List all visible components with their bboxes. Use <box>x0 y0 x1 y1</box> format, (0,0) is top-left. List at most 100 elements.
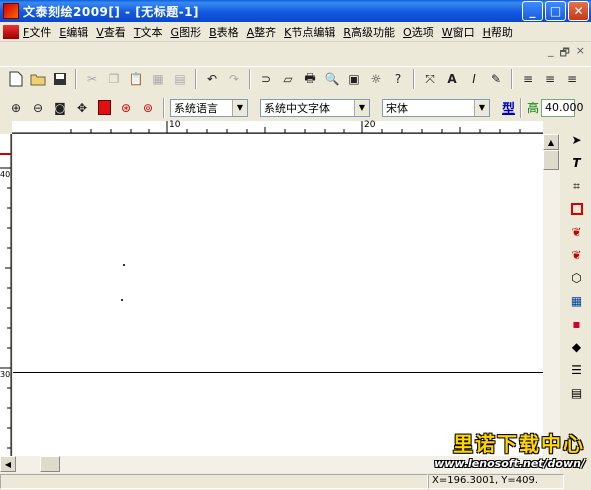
palette-icon[interactable]: ▪ <box>567 314 587 334</box>
scroll-up-button[interactable]: ▲ <box>543 134 559 150</box>
chevron-down-icon[interactable]: ▼ <box>474 99 489 116</box>
open-icon[interactable] <box>28 69 48 89</box>
list-icon[interactable]: ☰ <box>567 360 587 380</box>
menu-help[interactable]: H帮助 <box>479 24 517 40</box>
fill-bucket-icon[interactable]: ◆ <box>567 337 587 357</box>
text-a-icon[interactable]: A <box>442 69 462 89</box>
language-combo-value: 系统语言 <box>174 101 218 115</box>
toolbar-separator <box>249 69 251 89</box>
align-left-icon[interactable]: ≡ <box>518 69 538 89</box>
node-tool-icon[interactable]: ⌗ <box>567 176 587 196</box>
table-icon[interactable]: ▦ <box>567 291 587 311</box>
language-combo[interactable]: 系统语言 ▼ <box>170 98 248 117</box>
menu-view[interactable]: V查看 <box>92 24 130 40</box>
group-icon[interactable]: ▦ <box>148 69 168 89</box>
zoom-red-icon[interactable]: ⊛ <box>116 98 136 118</box>
menu-align[interactable]: A整齐 <box>243 24 281 40</box>
canvas-dot <box>121 299 123 301</box>
toolbar-separator <box>413 69 415 89</box>
light-icon[interactable]: ☼ <box>366 69 386 89</box>
menu-file[interactable]: F文件 <box>19 24 55 40</box>
zoom-fit-icon[interactable]: ⊚ <box>138 98 158 118</box>
font-type-button[interactable]: 型 <box>502 98 515 117</box>
output-icon[interactable]: ▣ <box>344 69 364 89</box>
cherry-edit-icon[interactable]: ❦ <box>567 245 587 265</box>
drawing-canvas[interactable] <box>13 134 543 456</box>
app-icon[interactable] <box>3 3 19 19</box>
align-icon[interactable]: ⤧ <box>420 69 440 89</box>
menu-advanced[interactable]: R高级功能 <box>339 24 399 40</box>
rectangle-icon[interactable] <box>567 199 587 219</box>
ruler-label: 40 <box>0 170 11 179</box>
vertical-scrollbar[interactable]: ▲ <box>543 134 560 456</box>
move-icon[interactable]: ✥ <box>72 98 92 118</box>
ruler-label: 10 <box>169 120 181 130</box>
save-icon[interactable] <box>50 69 70 89</box>
undo-icon[interactable]: ↶ <box>202 69 222 89</box>
ungroup-icon[interactable]: ▤ <box>170 69 190 89</box>
ruler-label: 30 <box>0 370 11 379</box>
vertical-ruler: 40 30 <box>0 134 12 456</box>
new-icon[interactable] <box>6 69 26 89</box>
toolbar-separator <box>511 69 513 89</box>
align-right-icon[interactable]: ≡ <box>562 69 582 89</box>
print-icon[interactable]: 🖶 <box>300 69 320 89</box>
menu-bar: F文件 E编辑 V查看 T文本 G图形 B表格 A整齐 K节点编辑 R高级功能 … <box>0 22 591 42</box>
menu-graphics[interactable]: G图形 <box>167 24 206 40</box>
minimize-button[interactable]: _ <box>522 1 543 21</box>
zoom-out-icon[interactable]: ⊖ <box>28 98 48 118</box>
watermark: 里诺下载中心 www.lenosoft.net/down/ <box>420 428 591 470</box>
standard-toolbar: ✂ ❐ 📋 ▦ ▤ ↶ ↷ ⊃ ▱ 🖶 🔍 ▣ ☼ ? ⤧ A I ✎ ≡ ≡ … <box>0 66 591 91</box>
zoom-page-icon[interactable]: ◙ <box>50 98 70 118</box>
toolbar-separator <box>163 97 165 118</box>
title-bar[interactable]: 文泰刻绘2009[] - [无标题-1] _ □ ✕ <box>0 0 591 22</box>
menu-text[interactable]: T文本 <box>130 24 167 40</box>
copy-icon[interactable]: ❐ <box>104 69 124 89</box>
cherry-icon[interactable]: ❦ <box>567 222 587 242</box>
chevron-down-icon[interactable]: ▼ <box>232 99 247 116</box>
document-icon[interactable] <box>3 24 19 39</box>
cut-icon[interactable]: ✂ <box>82 69 102 89</box>
chevron-down-icon[interactable]: ▼ <box>354 99 369 116</box>
maximize-button[interactable]: □ <box>545 1 566 21</box>
font-combo-value: 宋体 <box>386 101 408 115</box>
paste-icon[interactable]: 📋 <box>126 69 146 89</box>
font-combo[interactable]: 宋体 ▼ <box>382 98 490 117</box>
pointer-icon[interactable]: ➤ <box>567 130 587 150</box>
height-input-value: 40.000 <box>545 101 584 114</box>
watermark-url: www.lenosoft.net/down/ <box>434 457 585 470</box>
scroll-thumb[interactable] <box>543 150 559 170</box>
mdi-close-button[interactable]: × <box>576 44 585 63</box>
watermark-title: 里诺下载中心 <box>453 432 585 456</box>
scroll-left-button[interactable]: ◀ <box>0 456 16 472</box>
menu-node-edit[interactable]: K节点编辑 <box>280 24 339 40</box>
horizontal-ruler: 10 20 <box>12 120 543 134</box>
edit-icon[interactable]: ✎ <box>486 69 506 89</box>
height-input[interactable]: 40.000 <box>541 98 584 117</box>
fill-color-icon[interactable] <box>94 98 114 118</box>
toolbar-separator <box>520 97 523 118</box>
mdi-restore-button[interactable]: 🗗 <box>559 44 569 63</box>
italic-icon[interactable]: I <box>464 69 484 89</box>
menu-options[interactable]: O选项 <box>399 24 438 40</box>
close-button[interactable]: ✕ <box>568 1 589 21</box>
toolbar-separator <box>75 69 77 89</box>
shape-icon[interactable]: ⬡ <box>567 268 587 288</box>
help-icon[interactable]: ? <box>388 69 408 89</box>
menu-window[interactable]: W窗口 <box>438 24 479 40</box>
zoom-in-icon[interactable]: ⊕ <box>6 98 26 118</box>
page-boundary-line <box>13 372 543 373</box>
menu-table[interactable]: B表格 <box>205 24 243 40</box>
menu-edit[interactable]: E编辑 <box>55 24 92 40</box>
curve-icon[interactable]: ⊃ <box>256 69 276 89</box>
scroll-thumb[interactable] <box>40 456 60 472</box>
redo-icon[interactable]: ↷ <box>224 69 244 89</box>
page-icon[interactable]: ▱ <box>278 69 298 89</box>
canvas-dot <box>123 264 125 266</box>
preview-icon[interactable]: 🔍 <box>322 69 342 89</box>
font-set-combo[interactable]: 系统中文字体 ▼ <box>260 98 370 117</box>
align-center-icon[interactable]: ≡ <box>540 69 560 89</box>
text-tool-icon[interactable]: T <box>567 153 587 173</box>
mdi-minimize-button[interactable]: _ <box>548 44 554 63</box>
clipboard-icon[interactable]: ▤ <box>567 383 587 403</box>
